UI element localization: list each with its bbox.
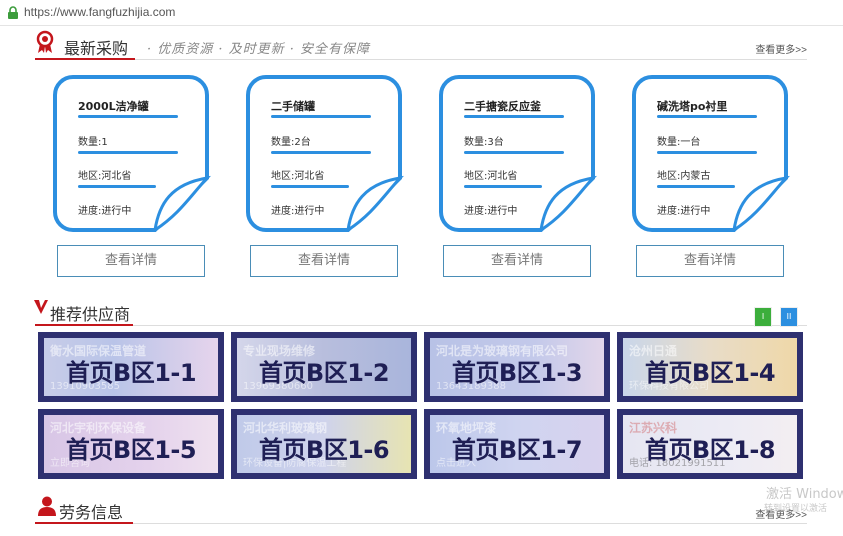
view-details-button[interactable]: 查看详情 [250, 245, 398, 277]
card-divider [657, 151, 757, 154]
address-bar[interactable]: https://www.fangfuzhijia.com [0, 0, 843, 26]
card-divider [78, 185, 156, 188]
view-details-button[interactable]: 查看详情 [636, 245, 784, 277]
card-progress: 进度:进行中 [464, 206, 518, 217]
card-progress: 进度:进行中 [657, 206, 711, 217]
card-qty: 数量:2台 [271, 137, 311, 148]
card-qty: 数量:一台 [657, 137, 701, 148]
card-progress: 进度:进行中 [78, 206, 132, 217]
latest-purchase-header: 最新采购 · 优质资源 · 及时更新 · 安全有保障 查看更多>> [35, 30, 807, 60]
card-name: 二手搪瓷反应釜 [464, 100, 541, 113]
ad-label: 首页B区1-3 [451, 359, 583, 387]
ad-label: 首页B区1-2 [258, 359, 390, 387]
ad-label: 首页B区1-6 [258, 436, 390, 464]
supplier-ad[interactable]: 河北华利玻璃钢 环保设备|防腐保温工程 首页B区1-6 [231, 409, 417, 479]
view-details-button[interactable]: 查看详情 [57, 245, 205, 277]
card-region: 地区:河北省 [464, 171, 518, 182]
card-divider [271, 151, 371, 154]
pager-button-1[interactable]: I [754, 307, 772, 327]
card-divider [78, 115, 178, 118]
award-icon [36, 30, 54, 53]
card-divider [78, 151, 178, 154]
ad-label: 首页B区1-1 [65, 359, 197, 387]
supplier-ad[interactable]: 江苏兴科 电话: 18021991511 首页B区1-8 [617, 409, 803, 479]
ad-label: 首页B区1-4 [644, 359, 776, 387]
card-qty: 数量:1 [78, 137, 108, 148]
supplier-ad[interactable]: 河北宇利环保设备 立即咨询 首页B区1-5 [38, 409, 224, 479]
suppliers-title: 推荐供应商 [50, 305, 131, 324]
purchase-card[interactable]: 二手储罐 数量:2台 地区:河北省 进度:进行中 [244, 74, 404, 232]
labor-title: 劳务信息 [59, 503, 124, 522]
card-name: 二手储罐 [271, 100, 315, 113]
purchase-card[interactable]: 碱洗塔po衬里 数量:一台 地区:内蒙古 进度:进行中 [630, 74, 790, 232]
card-divider [464, 151, 564, 154]
ad-label: 首页B区1-5 [65, 436, 197, 464]
suppliers-header: 推荐供应商 [35, 298, 807, 326]
supplier-ad[interactable]: 河北是为玻璃钢有限公司 13643189388 首页B区1-3 [424, 332, 610, 402]
pager-button-2[interactable]: II [780, 307, 798, 327]
check-v-icon [34, 300, 48, 314]
card-region: 地区:河北省 [271, 171, 325, 182]
purchase-card[interactable]: 二手搪瓷反应釜 数量:3台 地区:河北省 进度:进行中 [437, 74, 597, 232]
supplier-ad[interactable]: 环氧地坪漆 点击进入 首页B区1-7 [424, 409, 610, 479]
activation-watermark: 激活 Window [766, 487, 843, 502]
ad-label: 首页B区1-8 [644, 436, 776, 464]
purchase-card[interactable]: 2000L洁净罐 数量:1 地区:河北省 进度:进行中 [51, 74, 211, 232]
lock-icon [8, 6, 18, 19]
activation-watermark-sub: 转到设置以激活 [764, 504, 828, 514]
card-region: 地区:河北省 [78, 171, 132, 182]
latest-purchase-slogan: · 优质资源 · 及时更新 · 安全有保障 [147, 42, 371, 57]
url-text[interactable]: https://www.fangfuzhijia.com [24, 5, 175, 19]
ad-label: 首页B区1-7 [451, 436, 583, 464]
latest-purchase-more-link[interactable]: 查看更多>> [755, 41, 807, 56]
card-divider [657, 115, 757, 118]
labor-header: 劳务信息 查看更多>> [35, 496, 807, 524]
supplier-ad[interactable]: 沧州日通 环保科技有限公司 首页B区1-4 [617, 332, 803, 402]
card-divider [464, 115, 564, 118]
card-qty: 数量:3台 [464, 137, 504, 148]
card-name: 碱洗塔po衬里 [657, 100, 728, 113]
latest-purchase-title: 最新采购 [64, 39, 129, 58]
card-divider [464, 185, 542, 188]
card-divider [657, 185, 735, 188]
card-name: 2000L洁净罐 [78, 100, 149, 113]
supplier-ad[interactable]: 衡水国际保温管道 13910903585 首页B区1-1 [38, 332, 224, 402]
supplier-ad[interactable]: 专业现场维修 13969380660 首页B区1-2 [231, 332, 417, 402]
card-progress: 进度:进行中 [271, 206, 325, 217]
card-divider [271, 185, 349, 188]
card-divider [271, 115, 371, 118]
card-region: 地区:内蒙古 [657, 171, 711, 182]
person-icon [38, 496, 56, 516]
view-details-button[interactable]: 查看详情 [443, 245, 591, 277]
